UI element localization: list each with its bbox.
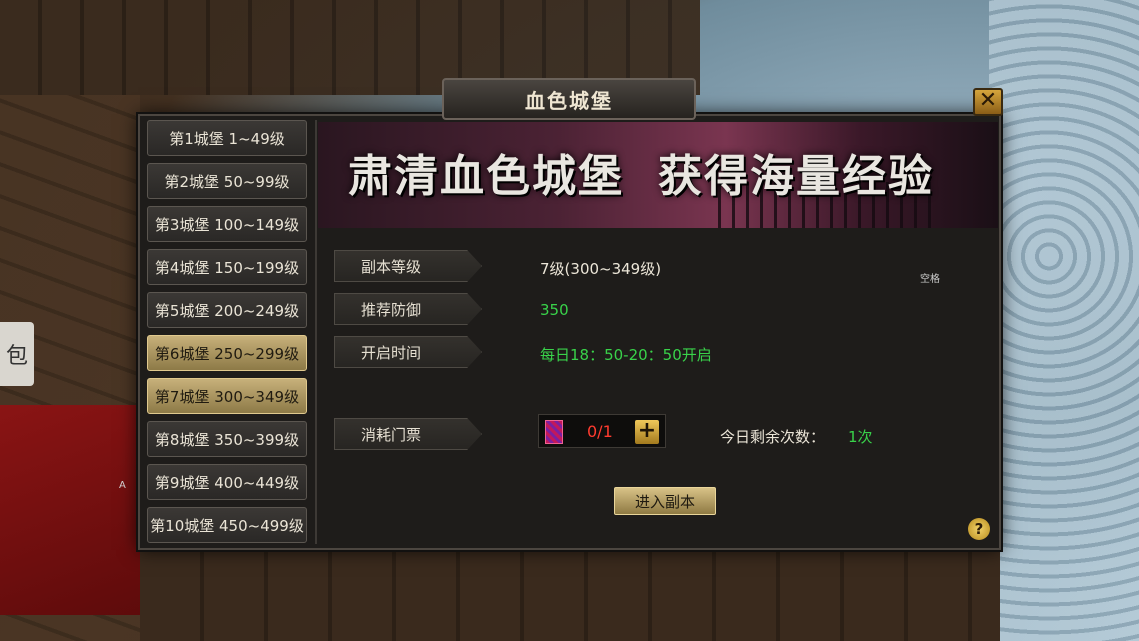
castle-item-4[interactable]: 第4城堡 150~199级 bbox=[147, 249, 307, 285]
time-label: 开启时间 bbox=[334, 336, 482, 368]
banner-text-1: 肃清血色城堡 bbox=[348, 151, 624, 202]
level-value: 7级(300~349级) bbox=[540, 260, 662, 278]
castle-item-6[interactable]: 第6城堡 250~299级 bbox=[147, 335, 307, 371]
remaining-label: 今日剩余次数： bbox=[720, 428, 826, 446]
ticket-label: 消耗门票 bbox=[334, 418, 482, 450]
banner-text-2: 获得海量经验 bbox=[658, 151, 934, 202]
castle-item-2[interactable]: 第2城堡 50~99级 bbox=[147, 163, 307, 199]
space-hint: 空格 bbox=[920, 274, 940, 285]
castle-list: 第1城堡 1~49级 第2城堡 50~99级 第3城堡 100~149级 第4城… bbox=[145, 120, 311, 543]
castle-item-3[interactable]: 第3城堡 100~149级 bbox=[147, 206, 307, 242]
castle-banner: 肃清血色城堡 获得海量经验 bbox=[318, 122, 998, 228]
ticket-slot: 0/1 + bbox=[538, 414, 666, 448]
hud-letter-a: A bbox=[119, 480, 126, 491]
castle-item-5[interactable]: 第5城堡 200~249级 bbox=[147, 292, 307, 328]
castle-item-10[interactable]: 第10城堡 450~499级 bbox=[147, 507, 307, 543]
panel-divider bbox=[315, 120, 317, 544]
bag-side-tab[interactable]: 包 bbox=[0, 322, 34, 386]
defense-value: 350 bbox=[540, 301, 569, 319]
castle-item-8[interactable]: 第8城堡 350~399级 bbox=[147, 421, 307, 457]
castle-item-9[interactable]: 第9城堡 400~449级 bbox=[147, 464, 307, 500]
castle-item-1[interactable]: 第1城堡 1~49级 bbox=[147, 120, 307, 156]
help-icon[interactable]: ? bbox=[968, 518, 990, 540]
time-value: 每日18：50-20：50开启 bbox=[540, 346, 712, 364]
window-title-bar: 血色城堡 bbox=[442, 78, 696, 120]
remaining-value: 1次 bbox=[848, 428, 873, 446]
add-ticket-button[interactable]: + bbox=[635, 420, 659, 444]
window-title: 血色城堡 bbox=[525, 88, 613, 113]
background-carpet bbox=[0, 405, 140, 615]
level-label: 副本等级 bbox=[334, 250, 482, 282]
background-stone-path bbox=[989, 0, 1139, 641]
ticket-count: 0/1 bbox=[587, 422, 613, 441]
ticket-icon bbox=[545, 420, 563, 444]
background-bottom-floor bbox=[140, 548, 1000, 641]
enter-dungeon-button[interactable]: 进入副本 bbox=[614, 487, 716, 515]
close-button[interactable]: ✕ bbox=[973, 88, 1003, 116]
castle-item-7[interactable]: 第7城堡 300~349级 bbox=[147, 378, 307, 414]
defense-label: 推荐防御 bbox=[334, 293, 482, 325]
